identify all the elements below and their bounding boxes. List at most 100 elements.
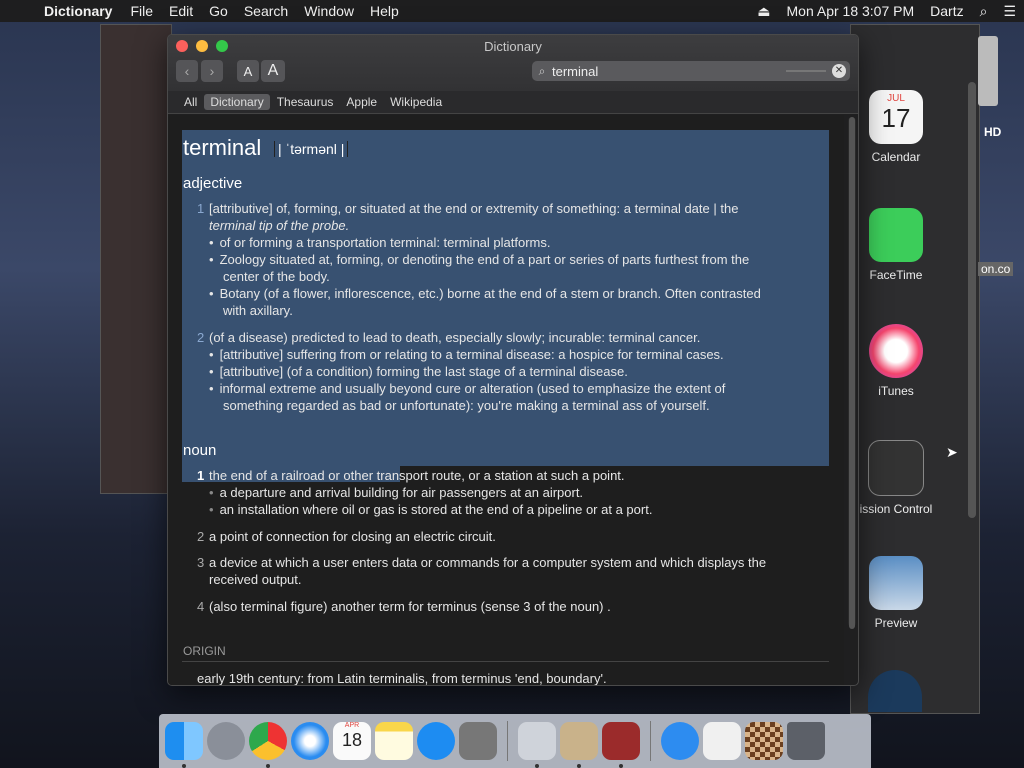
subsense: [attributive] suffering from or relating… — [209, 347, 724, 362]
background-window[interactable] — [100, 24, 172, 494]
notes-icon[interactable] — [375, 722, 413, 760]
tab-dictionary[interactable]: Dictionary — [204, 94, 270, 110]
sense-number: 1 — [197, 468, 205, 483]
menu-clock[interactable]: Mon Apr 18 3:07 PM — [779, 3, 923, 19]
search-icon: ⌕ — [538, 63, 546, 78]
chess-board-icon[interactable] — [745, 722, 783, 760]
font-smaller-button[interactable]: A — [237, 60, 259, 82]
tab-all[interactable]: All — [178, 94, 203, 110]
mouse-cursor-icon: ➤ — [946, 444, 958, 460]
notification-center-icon[interactable]: ☰ — [995, 3, 1024, 20]
calendar-icon: JUL 17 — [869, 90, 923, 144]
scrollbar-thumb[interactable] — [849, 117, 855, 629]
subsense: informal extreme and usually beyond cure… — [209, 381, 726, 396]
chrome-icon[interactable] — [249, 722, 287, 768]
menu-search[interactable]: Search — [236, 3, 296, 19]
calendar-day: 17 — [881, 103, 911, 133]
system-preferences-icon[interactable] — [459, 722, 497, 760]
subsense-cont: something regarded as bad or unfortunate… — [223, 398, 710, 413]
chess-icon[interactable] — [560, 722, 598, 768]
definition-text: a point of connection for closing an ele… — [209, 529, 496, 544]
app-store-icon[interactable] — [417, 722, 455, 760]
subsense: Zoology situated at, forming, or denotin… — [209, 252, 750, 267]
menu-app-name[interactable]: Dictionary — [40, 3, 122, 19]
running-indicator — [182, 764, 186, 768]
app-calendar[interactable]: JUL 17 Calendar — [856, 90, 936, 164]
menu-edit[interactable]: Edit — [161, 3, 201, 19]
tab-apple[interactable]: Apple — [340, 94, 383, 110]
source-tabs: All Dictionary Thesaurus Apple Wikipedia — [168, 91, 858, 114]
eject-icon[interactable]: ⏏ — [749, 3, 778, 20]
subsense-cont: with axillary. — [223, 303, 293, 318]
menu-bar: Dictionary File Edit Go Search Window He… — [0, 0, 1024, 22]
app-itunes[interactable]: iTunes — [856, 324, 936, 398]
trash-icon[interactable] — [787, 722, 825, 760]
running-indicator — [619, 764, 623, 768]
menu-go[interactable]: Go — [201, 3, 236, 19]
app-label: Preview — [874, 616, 918, 630]
app-label: iTunes — [878, 384, 914, 398]
definition-text: the end of a railroad or other transport… — [209, 468, 625, 483]
search-input[interactable]: terminal — [552, 64, 598, 79]
itunes-icon — [869, 324, 923, 378]
forward-button[interactable]: › — [201, 60, 223, 82]
dictionary-icon[interactable] — [602, 722, 640, 768]
window-toolbar: Dictionary ‹ › A A ⌕ terminal ✕ — [168, 35, 858, 91]
font-larger-button[interactable]: A — [261, 60, 285, 82]
subsense: [attributive] (of a condition) forming t… — [209, 364, 628, 379]
menu-user[interactable]: Dartz — [922, 3, 971, 19]
safari-icon[interactable] — [291, 722, 329, 760]
tab-thesaurus[interactable]: Thesaurus — [271, 94, 340, 110]
dock: APR 18 — [159, 714, 871, 768]
calendar-icon[interactable]: APR 18 — [333, 722, 371, 760]
definition-text: (of a disease) predicted to lead to deat… — [209, 330, 701, 345]
app-store-downloads-icon[interactable] — [661, 722, 699, 760]
clear-search-icon[interactable]: ✕ — [832, 64, 846, 78]
applications-scrollbar[interactable] — [968, 82, 976, 518]
preview-icon — [869, 556, 923, 610]
definition-text: (also terminal figure) another term for … — [209, 599, 611, 614]
dock-calendar-month: APR — [344, 722, 360, 729]
app-label: FaceTime — [869, 268, 923, 282]
origin-label: ORIGIN — [183, 644, 226, 658]
definition-text: received output. — [209, 572, 302, 587]
search-field[interactable]: ⌕ terminal ✕ — [532, 61, 850, 81]
subsense: an installation where oil or gas is stor… — [209, 502, 653, 517]
launchpad-icon[interactable] — [207, 722, 245, 760]
sense-number: 1 — [197, 201, 205, 216]
subsense-cont: center of the body. — [223, 269, 330, 284]
content-scrollbar[interactable] — [848, 117, 856, 629]
app-label: Calendar — [871, 150, 921, 164]
menu-window[interactable]: Window — [296, 3, 362, 19]
origin-text: early 19th century: from Latin terminali… — [197, 671, 607, 686]
definition-text: terminal tip of the probe. — [209, 218, 350, 233]
pronunciation: | ˈtərmənl | — [274, 141, 349, 157]
app-mission-control[interactable]: ission Control — [856, 440, 936, 516]
desktop-drive-label: HD — [984, 125, 1002, 139]
dictionary-window: Dictionary ‹ › A A ⌕ terminal ✕ All Dict… — [167, 34, 859, 686]
definition-content[interactable]: terminal | ˈtərmənl | adjective 1 [attri… — [168, 115, 844, 685]
back-button[interactable]: ‹ — [176, 60, 198, 82]
search-progress-line — [786, 70, 826, 72]
dock-separator — [507, 721, 508, 761]
finder-icon[interactable] — [165, 722, 203, 768]
menu-file[interactable]: File — [122, 3, 161, 19]
applications-panel: JUL 17 Calendar FaceTime iTunes ission C… — [856, 78, 966, 712]
menu-help[interactable]: Help — [362, 3, 407, 19]
app-preview[interactable]: Preview — [856, 556, 936, 630]
sense-number: 3 — [197, 555, 205, 570]
calendar-month: JUL — [887, 93, 905, 104]
spotlight-icon[interactable]: ⌕ — [972, 3, 996, 20]
tab-wikipedia[interactable]: Wikipedia — [384, 94, 448, 110]
directory-utility-icon[interactable] — [518, 722, 556, 768]
sense-number: 2 — [197, 529, 205, 544]
desktop-drive-icon[interactable] — [978, 36, 998, 106]
definition-text: [attributive] of, forming, or situated a… — [209, 201, 739, 216]
mission-control-icon — [868, 440, 924, 496]
subsense: Botany (of a flower, inflorescence, etc.… — [209, 286, 761, 301]
running-indicator — [535, 764, 539, 768]
dock-calendar-day: 18 — [341, 730, 363, 750]
app-facetime[interactable]: FaceTime — [856, 208, 936, 282]
steam-icon[interactable] — [868, 670, 922, 712]
file-icon[interactable] — [703, 722, 741, 760]
